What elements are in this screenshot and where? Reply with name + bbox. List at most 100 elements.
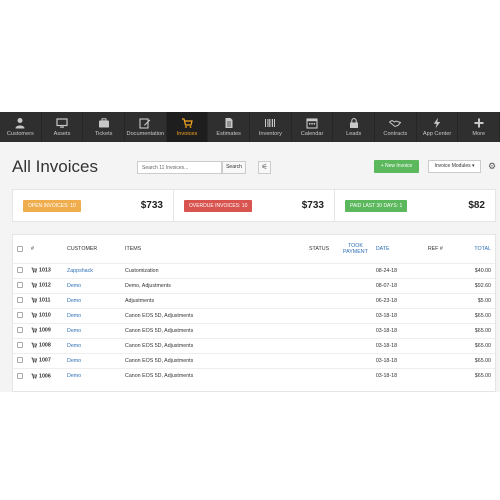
row-checkbox[interactable] [17, 327, 23, 334]
ref-cell [423, 352, 464, 368]
invoice-number[interactable]: 1008 [39, 343, 51, 349]
row-select-cell [13, 322, 27, 338]
nav-item-leads[interactable]: Leads [333, 112, 376, 142]
nav-item-calendar[interactable]: Calendar [292, 112, 334, 142]
customer-link[interactable]: Demo [67, 358, 81, 364]
handshake-icon [389, 119, 402, 128]
table-row[interactable]: 1013 Zappshack Customization 08-24-18 $40.00 [13, 262, 495, 278]
table-row[interactable]: 1006 Demo Canon EOS 5D, Adjustments 03-18-1… [13, 367, 495, 383]
invoice-number[interactable]: 1009 [39, 328, 51, 334]
customer-link[interactable]: Zappshack [67, 268, 93, 274]
customer-cell: Demo [63, 277, 121, 293]
nav-item-invoices[interactable]: Invoices [166, 112, 209, 142]
invoice-modules-dropdown[interactable]: Invoice Modules ▾ [428, 160, 481, 173]
nav-item-more[interactable]: More [458, 112, 500, 142]
select-all-checkbox[interactable] [17, 245, 23, 252]
table-row[interactable]: 1012 Demo Demo, Adjustments 08-07-18 $92.60 [13, 277, 495, 293]
customer-link[interactable]: Demo [67, 328, 81, 334]
invoice-number-cell: 1010 [27, 307, 63, 323]
top-nav: Customers Assets Tickets Documentation I… [0, 112, 500, 142]
date-cell: 03-18-18 [371, 352, 424, 368]
customer-cell: Demo [63, 367, 121, 383]
row-select-cell [13, 352, 27, 368]
gear-icon[interactable]: ⚙ [488, 161, 496, 172]
customer-cell: Demo [63, 352, 121, 368]
total-cell: $65.00 [463, 322, 495, 338]
date-cell: 03-18-18 [371, 322, 424, 338]
filter-button[interactable]: ⚟ [258, 161, 271, 174]
took-payment-cell [339, 367, 372, 383]
row-checkbox[interactable] [17, 282, 23, 289]
col-header-number[interactable]: # [27, 235, 63, 263]
table-row[interactable]: 1011 Demo Adjustments 06-23-18 $5.00 [13, 292, 495, 308]
row-select-cell [13, 337, 27, 353]
nav-item-inventory[interactable]: Inventory [250, 112, 292, 142]
summary-card-open: OPEN INVOICES: 10 $733 [13, 190, 174, 221]
row-checkbox[interactable] [17, 297, 23, 304]
row-checkbox[interactable] [17, 357, 23, 364]
customer-link[interactable]: Demo [67, 343, 81, 349]
page-title: All Invoices [12, 157, 98, 176]
col-header-customer[interactable]: CUSTOMER [63, 235, 121, 263]
search-button[interactable]: Search [222, 161, 246, 174]
nav-label: Assets [53, 131, 71, 137]
nav-item-estimates[interactable]: Estimates [208, 112, 251, 142]
invoice-number[interactable]: 1007 [39, 358, 51, 364]
nav-item-customers[interactable]: Customers [0, 112, 42, 142]
ref-cell [423, 292, 464, 308]
customer-cell: Demo [63, 292, 121, 308]
took-payment-cell [339, 277, 372, 293]
nav-item-app-center[interactable]: App Center [417, 112, 459, 142]
calendar-icon [306, 118, 318, 129]
col-header-date[interactable]: DATE [372, 235, 424, 263]
customer-link[interactable]: Demo [67, 373, 81, 379]
paid-invoices-badge[interactable]: PAID LAST 30 DAYS: 1 [345, 199, 408, 212]
invoices-page: All Invoices Search 11 Invoices... Searc… [0, 142, 500, 392]
total-cell: $5.00 [463, 292, 495, 308]
ref-cell [423, 277, 464, 293]
nav-item-assets[interactable]: Assets [42, 112, 84, 142]
customer-link[interactable]: Demo [67, 298, 81, 304]
invoice-number-cell: 1011 [27, 292, 63, 308]
col-header-took-payment[interactable]: TOOK PAYMENT [339, 235, 372, 263]
col-header-items[interactable]: ITEMS [121, 235, 305, 263]
invoice-number[interactable]: 1011 [39, 298, 51, 304]
table-row[interactable]: 1007 Demo Canon EOS 5D, Adjustments 03-18-1… [13, 352, 495, 368]
customer-cell: Zappshack [63, 262, 121, 278]
person-icon [15, 118, 25, 129]
row-checkbox[interactable] [17, 372, 23, 379]
nav-item-tickets[interactable]: Tickets [83, 112, 126, 142]
customer-link[interactable]: Demo [67, 313, 81, 319]
invoice-number[interactable]: 1010 [39, 313, 51, 319]
customer-link[interactable]: Demo [67, 283, 81, 289]
date-cell: 08-24-18 [371, 262, 424, 278]
invoice-number-cell: 1009 [27, 322, 63, 338]
table-row[interactable]: 1008 Demo Canon EOS 5D, Adjustments 03-18-1… [13, 337, 495, 353]
nav-item-documentation[interactable]: Documentation [125, 112, 167, 142]
invoice-number[interactable]: 1013 [39, 268, 51, 274]
table-row[interactable]: 1009 Demo Canon EOS 5D, Adjustments 03-18-1… [13, 322, 495, 338]
status-cell [305, 307, 339, 323]
open-invoices-badge[interactable]: OPEN INVOICES: 10 [23, 199, 81, 212]
col-header-total[interactable]: TOTAL [464, 235, 495, 263]
items-cell: Customization [121, 262, 305, 278]
overdue-invoices-badge[interactable]: OVERDUE INVOICES: 10 [184, 199, 253, 212]
total-cell: $92.60 [463, 277, 495, 293]
col-header-ref[interactable]: REF # [424, 235, 464, 263]
nav-item-contracts[interactable]: Contracts [375, 112, 417, 142]
bolt-icon [433, 117, 441, 129]
row-checkbox[interactable] [17, 312, 23, 319]
new-invoice-button[interactable]: + New Invoice [374, 160, 419, 173]
row-checkbox[interactable] [17, 342, 23, 349]
overdue-invoices-amount: $733 [301, 200, 324, 211]
invoice-number[interactable]: 1012 [39, 283, 51, 289]
table-row[interactable]: 1010 Demo Canon EOS 5D, Adjustments 03-18-1… [13, 307, 495, 323]
search-input[interactable]: Search 11 Invoices... [137, 161, 222, 174]
row-checkbox[interactable] [17, 267, 23, 274]
took-payment-cell [339, 337, 372, 353]
col-header-status[interactable]: STATUS [305, 235, 339, 263]
invoice-number[interactable]: 1006 [39, 373, 51, 379]
took-payment-cell [339, 322, 372, 338]
invoices-table: # CUSTOMER ITEMS STATUS TOOK PAYMENT DAT… [13, 235, 495, 383]
invoice-number-cell: 1008 [27, 337, 63, 353]
